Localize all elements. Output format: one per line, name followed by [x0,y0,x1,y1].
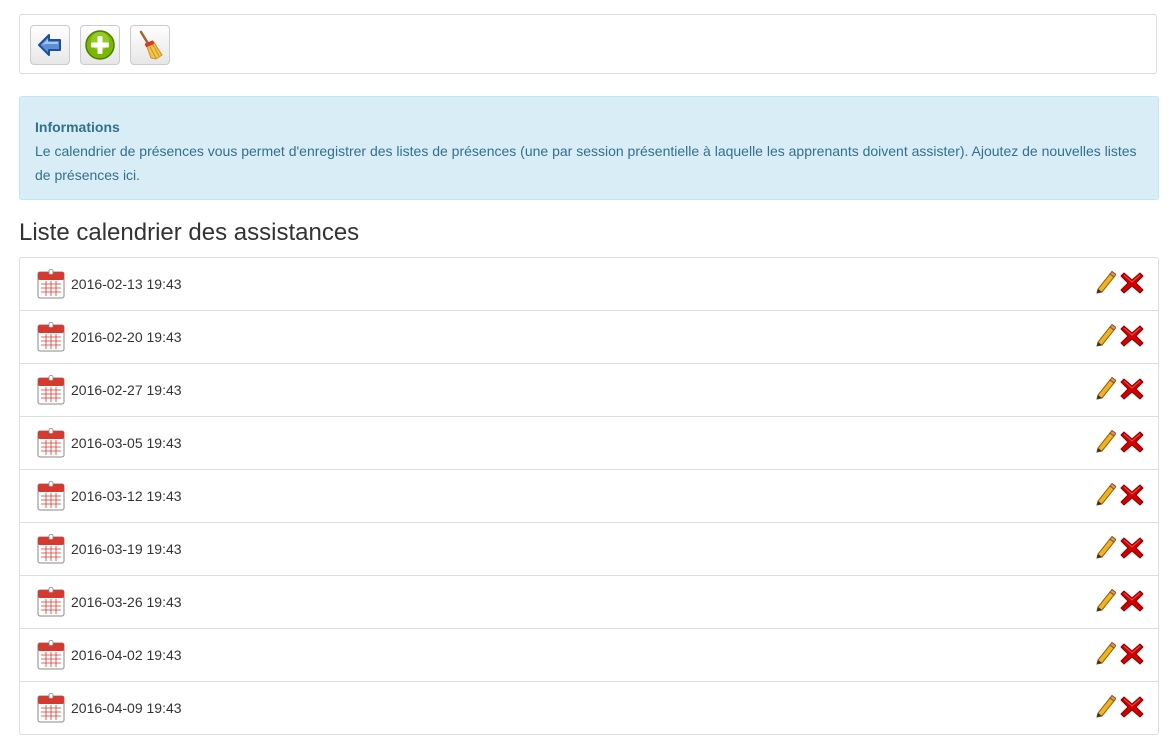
calendar-date-link[interactable]: 2016-04-02 19:43 [71,645,182,665]
pencil-icon[interactable] [1094,641,1116,665]
list-item: 2016-03-19 19:43 [20,522,1158,575]
toolbar [19,14,1157,74]
back-button[interactable] [30,25,70,65]
info-alert: Informations Le calendrier de présences … [19,96,1159,200]
red-x-icon[interactable] [1120,695,1144,719]
calendar-icon [37,375,65,405]
list-item: 2016-04-09 19:43 [20,681,1158,734]
list-item: 2016-02-27 19:43 [20,363,1158,416]
pencil-icon[interactable] [1094,694,1116,718]
red-x-icon[interactable] [1120,271,1144,295]
calendar-date-link[interactable]: 2016-03-19 19:43 [71,539,182,559]
red-x-icon[interactable] [1120,430,1144,454]
list-item: 2016-02-20 19:43 [20,310,1158,363]
pencil-icon[interactable] [1094,376,1116,400]
info-text: Le calendrier de présences vous permet d… [35,143,1137,183]
calendar-date-link[interactable]: 2016-03-12 19:43 [71,486,182,506]
list-item: 2016-03-12 19:43 [20,469,1158,522]
calendar-icon [37,587,65,617]
calendar-date-link[interactable]: 2016-04-09 19:43 [71,698,182,718]
pencil-icon[interactable] [1094,270,1116,294]
red-x-icon[interactable] [1120,324,1144,348]
broom-icon [139,30,163,60]
calendar-date-link[interactable]: 2016-03-26 19:43 [71,592,182,612]
calendar-date-link[interactable]: 2016-03-05 19:43 [71,433,182,453]
add-plus-icon [85,30,115,60]
red-x-icon[interactable] [1120,377,1144,401]
red-x-icon[interactable] [1120,536,1144,560]
red-x-icon[interactable] [1120,483,1144,507]
list-item: 2016-03-05 19:43 [20,416,1158,469]
pencil-icon[interactable] [1094,429,1116,453]
list-item: 2016-04-02 19:43 [20,628,1158,681]
calendar-icon [37,693,65,723]
pencil-icon[interactable] [1094,482,1116,506]
calendar-date-link[interactable]: 2016-02-20 19:43 [71,327,182,347]
red-x-icon[interactable] [1120,642,1144,666]
calendar-icon [37,481,65,511]
page-title: Liste calendrier des assistances [19,219,360,246]
calendar-date-link[interactable]: 2016-02-27 19:43 [71,380,182,400]
red-x-icon[interactable] [1120,589,1144,613]
calendar-icon [37,428,65,458]
pencil-icon[interactable] [1094,535,1116,559]
calendar-list: 2016-02-13 19:43 2016-02-20 19:43 2016-0… [19,257,1159,735]
list-item: 2016-03-26 19:43 [20,575,1158,628]
calendar-icon [37,640,65,670]
calendar-date-link[interactable]: 2016-02-13 19:43 [71,274,182,294]
calendar-icon [37,322,65,352]
calendar-icon [37,534,65,564]
pencil-icon[interactable] [1094,588,1116,612]
list-item: 2016-02-13 19:43 [20,258,1158,310]
clean-button[interactable] [130,25,170,65]
add-button[interactable] [80,25,120,65]
info-title: Informations [35,119,120,135]
pencil-icon[interactable] [1094,323,1116,347]
calendar-icon [37,269,65,299]
back-arrow-icon [38,34,61,56]
